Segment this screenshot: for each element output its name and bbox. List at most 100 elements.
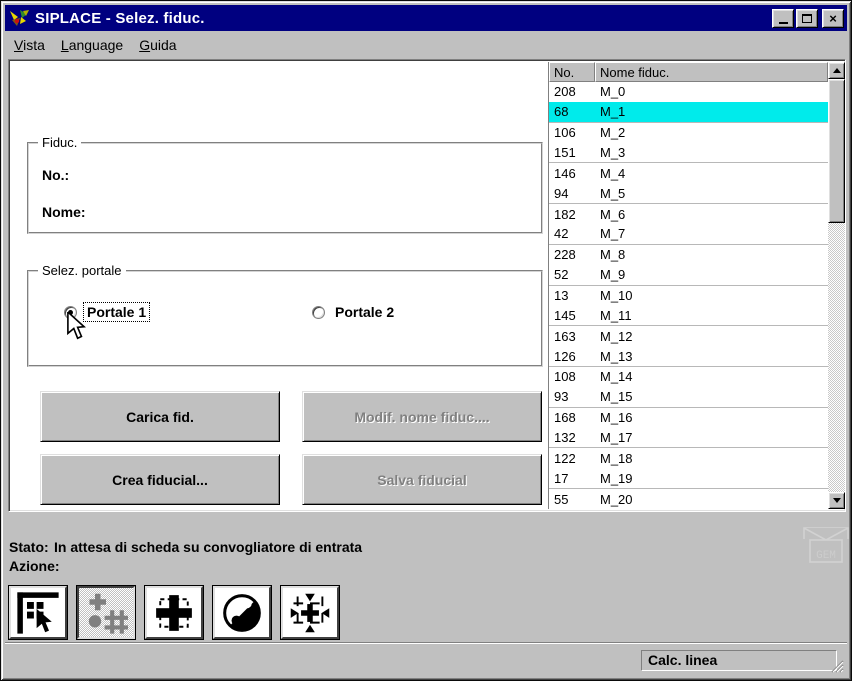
maximize-button[interactable] <box>796 8 818 28</box>
cell-nome: M_2 <box>600 125 626 141</box>
cell-no: 94 <box>554 185 569 201</box>
carica-fid-button[interactable]: Carica fid. <box>40 391 280 442</box>
scroll-up-icon <box>832 68 841 73</box>
cell-no: 126 <box>554 348 576 364</box>
cell-nome: M_15 <box>600 389 633 405</box>
cell-nome: M_5 <box>600 185 626 201</box>
table-row[interactable]: 108 M_14 <box>549 367 828 387</box>
portale-1-label[interactable]: Portale 1 <box>82 302 151 322</box>
cell-nome: M_17 <box>600 430 633 446</box>
scroll-down-button[interactable] <box>828 492 845 509</box>
cell-no: 108 <box>554 369 576 385</box>
table-row[interactable]: 145 M_11 <box>549 305 828 327</box>
table-row[interactable]: 228 M_8 <box>549 244 828 265</box>
table-row[interactable]: 146 M_4 <box>549 163 828 184</box>
column-header-no[interactable]: No. <box>549 62 595 82</box>
table-row[interactable]: 151 M_3 <box>549 142 828 164</box>
table-row[interactable]: 122 M_18 <box>549 448 828 469</box>
menu-item-language[interactable]: Language <box>53 34 131 56</box>
cell-nome: M_9 <box>600 267 626 283</box>
crea-fiducial-button[interactable]: Crea fiducial... <box>40 454 280 505</box>
cell-no: 151 <box>554 145 576 160</box>
fiducial-grid-icon <box>88 593 128 634</box>
modif-nome-fiduc-button: Modif. nome fiduc.... <box>302 391 542 442</box>
table-row[interactable]: 68 M_1 <box>549 101 828 123</box>
table-row[interactable]: 42 M_7 <box>549 224 828 245</box>
menu-item-guida[interactable]: Guida <box>131 34 184 56</box>
table-body: 208 M_0 68 M_1 106 M_2 151 M_3 146 M_4 94 M_5 182 M_6… <box>549 82 828 510</box>
cell-nome: M_16 <box>600 410 633 426</box>
select-pointer-icon <box>17 591 59 634</box>
cell-nome: M_0 <box>600 84 626 100</box>
cell-no: 55 <box>554 491 569 507</box>
gem-envelope-icon: GEM <box>803 527 849 563</box>
close-button[interactable]: × <box>822 8 844 28</box>
table-row[interactable]: 17 M_19 <box>549 468 828 490</box>
status-bar: Calc. linea <box>5 642 847 676</box>
cross-expand-icon <box>156 594 192 631</box>
calc-linea-field: Calc. linea <box>641 650 837 671</box>
minimize-button[interactable] <box>772 8 794 28</box>
toolbar-cross-expand-button[interactable] <box>145 586 203 639</box>
toolbar-center-target-button[interactable] <box>281 586 339 639</box>
title-bar[interactable]: SIPLACE - Selez. fiduc. × <box>5 5 847 31</box>
table-row[interactable]: 208 M_0 <box>549 82 828 102</box>
table-row[interactable]: 13 M_10 <box>549 285 828 306</box>
cell-no: 208 <box>554 84 576 100</box>
cell-nome: M_12 <box>600 328 633 344</box>
cell-no: 13 <box>554 288 569 304</box>
table-row[interactable]: 126 M_13 <box>549 346 828 368</box>
table-row[interactable]: 168 M_16 <box>549 407 828 428</box>
cell-no: 17 <box>554 470 569 486</box>
column-header-nome[interactable]: Nome fiduc. <box>595 62 828 82</box>
cell-nome: M_7 <box>600 226 626 242</box>
scrollbar-thumb[interactable] <box>828 79 845 223</box>
cell-nome: M_1 <box>600 104 626 120</box>
table-row[interactable]: 52 M_9 <box>549 264 828 286</box>
table-row[interactable]: 182 M_6 <box>549 204 828 225</box>
table-row[interactable]: 132 M_17 <box>549 427 828 449</box>
cell-nome: M_6 <box>600 206 626 222</box>
portale-2-label[interactable]: Portale 2 <box>332 303 397 321</box>
cell-no: 122 <box>554 450 576 466</box>
cell-no: 182 <box>554 206 576 222</box>
scroll-down-icon <box>832 498 841 503</box>
fiducial-table: No. Nome fiduc. 208 M_0 68 M_1 106 M_2 151 M_3 1… <box>548 62 845 510</box>
cell-no: 146 <box>554 165 576 181</box>
menu-item-vista[interactable]: Vista <box>6 34 53 56</box>
table-row[interactable]: 94 M_5 <box>549 183 828 205</box>
svg-text:GEM: GEM <box>816 550 836 562</box>
stato-value: In attesa di scheda su convogliatore di … <box>54 539 363 555</box>
mouse-cursor-icon <box>67 312 86 340</box>
table-scrollbar[interactable] <box>828 62 845 509</box>
cell-nome: M_3 <box>600 145 626 160</box>
portale-2-radio[interactable] <box>312 305 325 319</box>
cell-nome: M_13 <box>600 348 633 364</box>
scroll-up-button[interactable] <box>828 62 845 79</box>
minimize-icon <box>778 22 788 24</box>
fiduc-groupbox: Fiduc. <box>27 135 543 234</box>
cell-no: 132 <box>554 430 576 446</box>
stato-label: Stato: <box>9 539 49 555</box>
table-row[interactable]: 55 M_20 <box>549 489 828 510</box>
app-window: SIPLACE - Selez. fiduc. × Vista Language G… <box>0 0 852 681</box>
toolbar-select-pointer-button[interactable] <box>9 586 67 639</box>
cell-nome: M_14 <box>600 369 633 385</box>
resize-grip[interactable] <box>830 659 844 673</box>
cell-nome: M_20 <box>600 491 633 507</box>
fiduc-no-label: No.: <box>42 167 70 183</box>
contrast-circle-icon <box>223 593 261 632</box>
table-row[interactable]: 163 M_12 <box>549 326 828 347</box>
cell-no: 106 <box>554 125 576 141</box>
cell-no: 163 <box>554 328 576 344</box>
table-row[interactable]: 106 M_2 <box>549 122 828 143</box>
window-title: SIPLACE - Selez. fiduc. <box>35 9 205 27</box>
toolbar-fiducial-grid-button[interactable] <box>77 586 135 639</box>
maximize-icon <box>802 13 812 23</box>
cell-no: 168 <box>554 410 576 426</box>
cell-nome: M_4 <box>600 165 626 181</box>
toolbar-contrast-circle-button[interactable] <box>213 586 271 639</box>
client-area: Fiduc. No.: Nome: Selez. portale Portale… <box>8 59 846 512</box>
table-row[interactable]: 93 M_15 <box>549 386 828 408</box>
cell-nome: M_19 <box>600 470 633 486</box>
